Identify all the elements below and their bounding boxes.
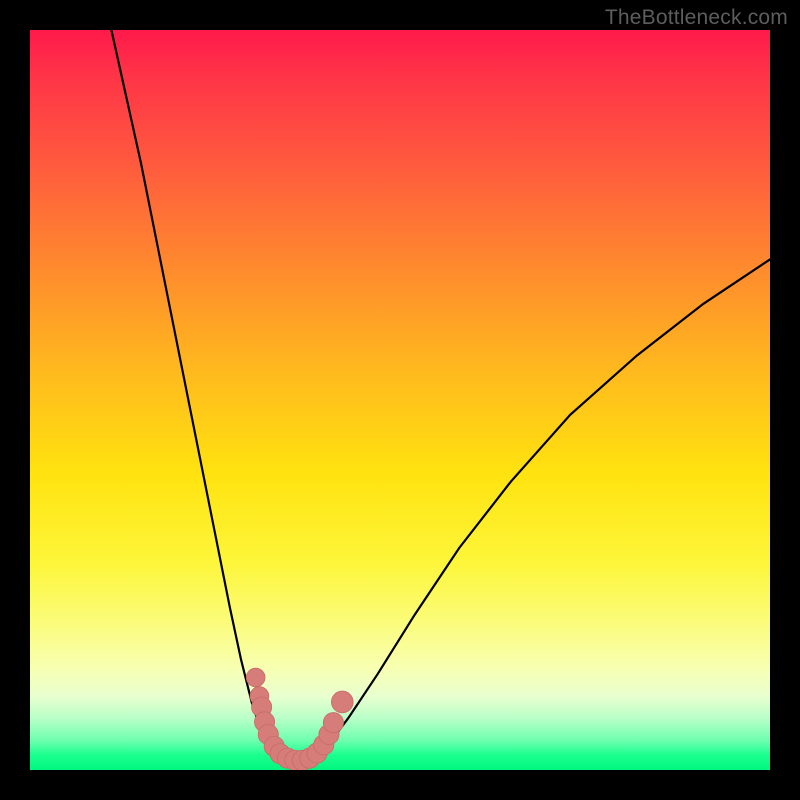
curve-right-branch <box>311 259 770 759</box>
valley-dot-cluster <box>246 668 353 770</box>
chart-plot-area <box>30 30 770 770</box>
chart-frame: TheBottleneck.com <box>0 0 800 800</box>
curve-left-branch <box>111 30 281 759</box>
valley-dot <box>331 691 353 713</box>
chart-svg <box>30 30 770 770</box>
watermark-text: TheBottleneck.com <box>605 6 788 30</box>
valley-dot <box>246 668 265 687</box>
valley-dot <box>323 713 343 733</box>
